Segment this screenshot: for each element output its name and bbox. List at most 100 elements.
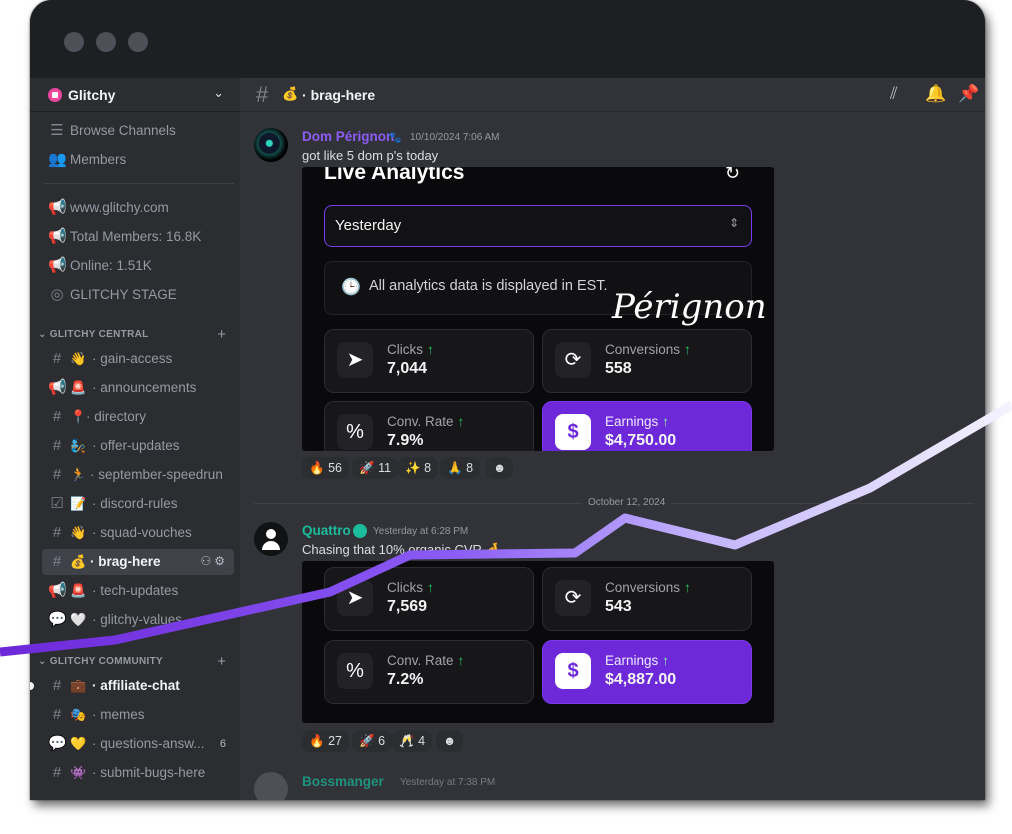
sidebar-item-browse-channels[interactable]: ☰ Browse Channels [42,118,234,144]
sidebar-item-label: · questions-answ... [92,736,205,751]
sidebar-item-affiliate-chat[interactable]: # 💼 · affiliate-chat [42,673,234,699]
conv-rate-card: % Conv. Rate ↑ 7.2% [324,640,534,704]
sidebar-item-label: · tech-updates [92,583,179,598]
date-divider-label: October 12, 2024 [582,497,672,508]
sidebar-item-label: · gain-access [92,351,173,366]
members-icon: 👥 [48,151,67,168]
username[interactable]: Dom Pérignon [302,129,394,144]
channel-header: # 💰 · brag-here ⫽ 🔔 📌 [240,78,985,112]
reaction[interactable]: 🔥 27 [302,730,349,752]
sidebar-item-announcements[interactable]: 📢 🚨 · announcements [42,375,234,401]
announcement-icon: 📢 [48,257,67,274]
analytics-screenshot[interactable]: Live Analytics ↻ Yesterday ⇕ 🕒 All analy… [302,167,774,451]
channel-emoji: 🚨 [70,583,87,598]
channel-emoji: 👋 [70,525,87,540]
timestamp: 10/10/2024 7:06 AM [410,132,500,143]
add-reaction-icon[interactable]: ☻ [436,730,464,752]
watermark-signature: Pérignon [612,287,767,327]
sidebar-item-glitchy-values[interactable]: 💬 🤍 · glitchy-values [42,607,234,633]
reaction[interactable]: 🔥 56 [302,457,349,479]
role-badge-icon [353,524,367,538]
screenshot-title: Live Analytics [324,167,465,184]
sidebar-item-label: · september-speedrun [90,467,223,482]
window-control-dot[interactable] [96,32,116,52]
forum-icon: 💬 [48,611,67,628]
sidebar-item-online[interactable]: 📢 Online: 1.51K [42,253,234,279]
avatar[interactable] [254,772,288,800]
stage-icon: ◎ [50,286,64,303]
sidebar-item-offer-updates[interactable]: # 🧞 · offer-updates [42,433,234,459]
sidebar-item-squad-vouches[interactable]: # 👋 · squad-vouches [42,520,234,546]
username[interactable]: Quattro [302,523,351,538]
divider [44,183,234,184]
sidebar-item-september-speedrun[interactable]: # 🏃 · september-speedrun [42,462,234,488]
announcement-icon: 📢 [48,228,67,245]
category-header[interactable]: ⌄ GLITCHY CENTRAL [38,329,149,340]
add-channel-icon[interactable]: + [217,653,226,670]
sidebar-item-total-members[interactable]: 📢 Total Members: 16.8K [42,224,234,250]
reaction[interactable]: 🚀 11 [352,457,399,479]
hash-icon: # [52,524,62,541]
announcement-icon: 📢 [48,379,67,396]
up-arrow-icon: ↑ [684,580,691,595]
refresh-icon: ↻ [724,167,740,183]
sidebar-item-gain-access[interactable]: # 👋 · gain-access [42,346,234,372]
channel-emoji: 💰 [70,554,87,569]
server-header[interactable]: Glitchy ⌄ [30,78,240,112]
conversions-card: ⟳ Conversions ↑ 558 [542,329,752,393]
reaction[interactable]: ✨ 8 [398,457,439,479]
dollar-icon: $ [555,414,591,450]
pin-icon[interactable]: 📌 [958,84,979,104]
hash-icon: # [52,437,62,454]
channel-emoji: 🎭 [70,707,87,722]
sidebar-item-website[interactable]: 📢 www.glitchy.com [42,195,234,221]
conv-rate-value: 7.2% [387,671,424,688]
username[interactable]: Bossmanger [302,774,384,789]
window-control-dot[interactable] [128,32,148,52]
message-list: Dom Pérignon 🐾 10/10/2024 7:06 AM got li… [240,112,985,800]
window-control-dot[interactable] [64,32,84,52]
conv-rate-card: % Conv. Rate ↑ 7.9% [324,401,534,451]
sidebar-item-questions-answers[interactable]: 💬 💛 · questions-answ... 6 [42,731,234,757]
sidebar-item-tech-updates[interactable]: 📢 🚨 · tech-updates [42,578,234,604]
bell-icon[interactable]: 🔔 [925,84,946,104]
category-header[interactable]: ⌄ GLITCHY COMMUNITY [38,656,163,667]
avatar[interactable] [254,128,288,162]
percent-icon: % [337,653,373,689]
browse-channels-icon: ☰ [50,122,64,139]
reaction[interactable]: 🚀 6 [352,730,393,752]
up-arrow-icon: ↑ [457,653,465,668]
category-label: GLITCHY COMMUNITY [49,656,164,667]
threads-icon[interactable]: ⫽ [890,84,898,104]
sidebar-item-brag-here[interactable]: # 💰 · brag-here ⚇⚙ [42,549,234,575]
card-title: Clicks ↑ [387,342,434,357]
refresh-icon: ⟳ [555,342,591,378]
avatar[interactable] [254,522,288,556]
reaction[interactable]: 🥂 4 [392,730,433,752]
hash-icon: # [52,764,62,781]
sidebar-item-discord-rules[interactable]: ☑ 📝 · discord-rules [42,491,234,517]
conversions-value: 558 [605,360,632,377]
sidebar-item-memes[interactable]: # 🎭 · memes [42,702,234,728]
chevron-down-icon[interactable]: ⌄ [213,85,224,101]
reaction[interactable]: 🙏 8 [440,457,481,479]
sidebar-item-directory[interactable]: # 📍 · directory [42,404,234,430]
conversions-value: 543 [605,598,632,615]
hash-icon: # [256,82,269,107]
add-channel-icon[interactable]: + [217,326,226,343]
channel-emoji: 👾 [70,765,87,780]
hash-icon: # [52,408,62,425]
channel-emoji: 🚨 [70,380,87,395]
add-reaction-icon[interactable]: ☻ [486,457,514,479]
sidebar-item-submit-bugs[interactable]: # 👾 · submit-bugs-here [42,760,234,786]
analytics-screenshot[interactable]: ➤ Clicks ↑ 7,569 ⟳ Conversions ↑ 543 % Con… [302,561,774,723]
sidebar-item-members[interactable]: 👥 Members [42,147,234,173]
card-title: Earnings ↑ [605,653,670,668]
earnings-card: $ Earnings ↑ $4,750.00 [542,401,752,451]
sidebar-item-stage[interactable]: ◎ GLITCHY STAGE [42,282,234,308]
channel-settings-icon[interactable]: ⚇⚙ [200,554,228,568]
clock-icon: 🕒 [341,279,361,296]
sidebar-item-label: Online: 1.51K [70,258,152,273]
up-arrow-icon: ↑ [427,342,434,357]
percent-icon: % [337,414,373,450]
